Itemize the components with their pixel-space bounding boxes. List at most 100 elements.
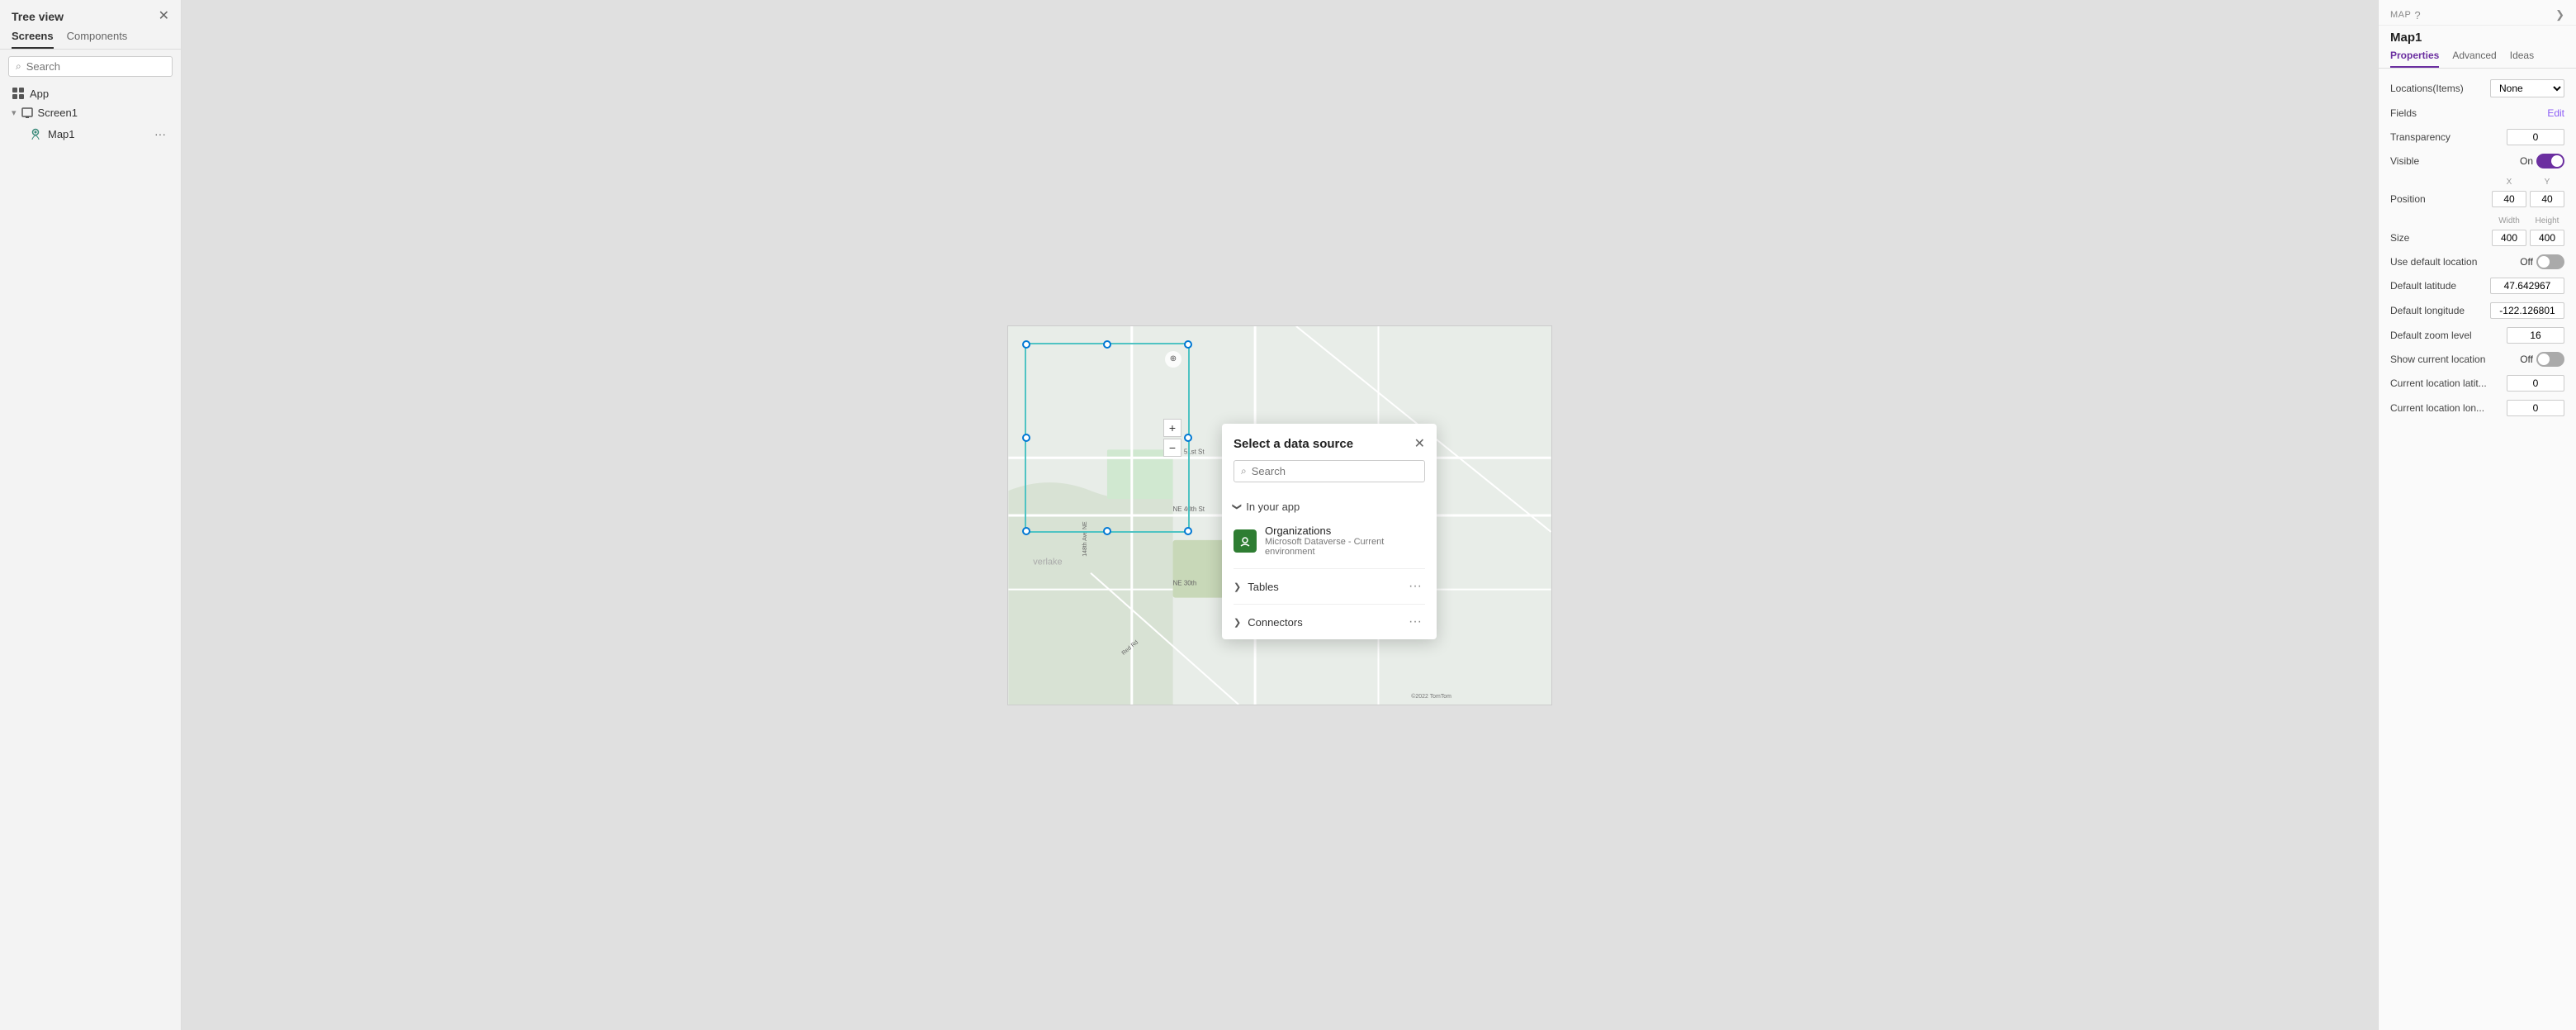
tree-item-app-label: App [30, 88, 49, 100]
prop-current-location-lat-input[interactable] [2507, 375, 2564, 392]
modal-header: Select a data source ✕ [1222, 424, 1437, 460]
resize-handle-ml[interactable] [1022, 434, 1030, 442]
tree-item-screen1-label: Screen1 [38, 107, 78, 119]
tab-ideas[interactable]: Ideas [2510, 50, 2534, 68]
tables-more-button[interactable]: ··· [1405, 577, 1425, 596]
y-sublabel: Y [2530, 174, 2564, 187]
prop-position: Position [2379, 187, 2576, 211]
prop-position-x-input[interactable] [2492, 191, 2526, 207]
prop-show-current-location: Show current location Off [2379, 348, 2576, 371]
component-type-label: MAP [2390, 10, 2411, 20]
tree-item-app[interactable]: App [0, 83, 181, 103]
prop-current-location-lon-input[interactable] [2507, 400, 2564, 416]
resize-handle-tl[interactable] [1022, 340, 1030, 349]
map-widget[interactable]: ⊕ + − [1025, 343, 1190, 533]
screen-icon [21, 107, 33, 119]
prop-default-latitude-input[interactable] [2490, 278, 2564, 294]
modal-search-icon: ⌕ [1241, 465, 1247, 477]
prop-fields-edit-link[interactable]: Edit [2547, 107, 2564, 119]
right-panel-header: MAP ? ❯ [2379, 0, 2576, 26]
tree-item-screen1[interactable]: ▾ Screen1 [0, 103, 181, 122]
panel-title: Tree view [12, 10, 64, 23]
tree-item-map1[interactable]: Map1 ··· [0, 122, 181, 145]
chevron-down-icon: ▾ [12, 107, 17, 118]
panel-expand-icon[interactable]: ❯ [2555, 8, 2564, 21]
prop-position-label: Position [2390, 193, 2473, 205]
modal-close-button[interactable]: ✕ [1414, 435, 1425, 452]
right-panel: MAP ? ❯ Map1 Properties Advanced Ideas L… [2378, 0, 2576, 1030]
prop-fields-label: Fields [2390, 107, 2473, 119]
map-zoom-controls: + − [1163, 419, 1181, 457]
component-name-title: Map1 [2379, 26, 2576, 50]
prop-default-longitude-input[interactable] [2490, 302, 2564, 319]
prop-transparency-label: Transparency [2390, 131, 2473, 143]
prop-transparency: Transparency [2379, 125, 2576, 150]
prop-use-default-location-label: Use default location [2390, 256, 2477, 268]
panel-header: Tree view ✕ [0, 0, 181, 30]
tab-properties[interactable]: Properties [2390, 50, 2439, 68]
prop-use-default-location-toggle[interactable] [2536, 254, 2564, 269]
connectors-label: Connectors [1248, 616, 1302, 629]
prop-default-zoom-level-input[interactable] [2507, 327, 2564, 344]
tables-section[interactable]: ❯ Tables ··· [1222, 569, 1437, 604]
modal-search-input[interactable] [1252, 465, 1418, 477]
prop-transparency-input[interactable] [2507, 129, 2564, 145]
tree-view-tabs: Screens Components [0, 30, 181, 50]
prop-show-current-location-toggle[interactable] [2536, 352, 2564, 367]
prop-position-y-input[interactable] [2530, 191, 2564, 207]
prop-default-latitude: Default latitude [2379, 273, 2576, 298]
tree-item-map1-label: Map1 [48, 128, 75, 140]
resize-handle-tm[interactable] [1103, 340, 1111, 349]
organizations-item[interactable]: Organizations Microsoft Dataverse - Curr… [1234, 518, 1425, 563]
help-icon[interactable]: ? [2414, 9, 2420, 21]
prop-use-default-location-off-label: Off [2520, 256, 2533, 268]
connectors-more-button[interactable]: ··· [1405, 613, 1425, 631]
right-panel-tabs: Properties Advanced Ideas [2379, 50, 2576, 69]
organizations-name: Organizations [1265, 524, 1425, 537]
prop-current-location-lat: Current location latit... [2379, 371, 2576, 396]
connectors-section[interactable]: ❯ Connectors ··· [1222, 605, 1437, 639]
map-zoom-in-button[interactable]: + [1163, 419, 1181, 437]
tab-components[interactable]: Components [67, 30, 128, 49]
prop-default-zoom-level-label: Default zoom level [2390, 330, 2473, 341]
connectors-chevron-icon: ❯ [1234, 617, 1241, 628]
prop-visible-toggle[interactable] [2536, 154, 2564, 169]
resize-handle-tr[interactable] [1184, 340, 1192, 349]
modal-overlay: Select a data source ✕ ⌕ ❯ In your app [182, 0, 2378, 1030]
organizations-icon [1234, 529, 1257, 553]
tables-chevron-icon: ❯ [1234, 581, 1241, 592]
resize-handle-bm[interactable] [1103, 527, 1111, 535]
main-canvas-area: NE 51st St NE 40th St NE 30th 148th Ave … [182, 0, 2378, 1030]
prop-size-height-input[interactable] [2530, 230, 2564, 246]
in-your-app-header[interactable]: ❯ In your app [1234, 496, 1425, 518]
chevron-down-icon: ❯ [1232, 503, 1243, 510]
prop-locations-select[interactable]: None [2490, 79, 2564, 97]
map-zoom-out-button[interactable]: − [1163, 439, 1181, 457]
resize-handle-bl[interactable] [1022, 527, 1030, 535]
prop-locations-items: Locations(Items) None [2379, 75, 2576, 102]
width-sublabel: Width [2492, 213, 2526, 225]
prop-current-location-lat-label: Current location latit... [2390, 377, 2487, 389]
prop-fields: Fields Edit [2379, 102, 2576, 125]
prop-locations-label: Locations(Items) [2390, 83, 2473, 94]
prop-size: Size [2379, 225, 2576, 250]
prop-default-longitude: Default longitude [2379, 298, 2576, 323]
map-tree-icon [28, 126, 43, 141]
app-icon [12, 87, 25, 100]
map-compass-button[interactable]: ⊕ [1165, 351, 1181, 368]
tab-advanced[interactable]: Advanced [2452, 50, 2496, 68]
tab-screens[interactable]: Screens [12, 30, 54, 49]
height-sublabel: Height [2530, 213, 2564, 225]
prop-default-latitude-label: Default latitude [2390, 280, 2473, 292]
prop-visible-label: Visible [2390, 155, 2473, 167]
tree-search-input[interactable] [26, 60, 165, 73]
map1-context-menu-button[interactable]: ··· [151, 126, 169, 142]
modal-title: Select a data source [1234, 437, 1353, 451]
prop-use-default-location: Use default location Off [2379, 250, 2576, 273]
resize-handle-br[interactable] [1184, 527, 1192, 535]
prop-size-width-input[interactable] [2492, 230, 2526, 246]
tree-search-box: ⌕ [8, 56, 173, 77]
resize-handle-mr[interactable] [1184, 434, 1192, 442]
panel-close-button[interactable]: ✕ [159, 10, 169, 23]
in-your-app-label: In your app [1246, 501, 1300, 513]
